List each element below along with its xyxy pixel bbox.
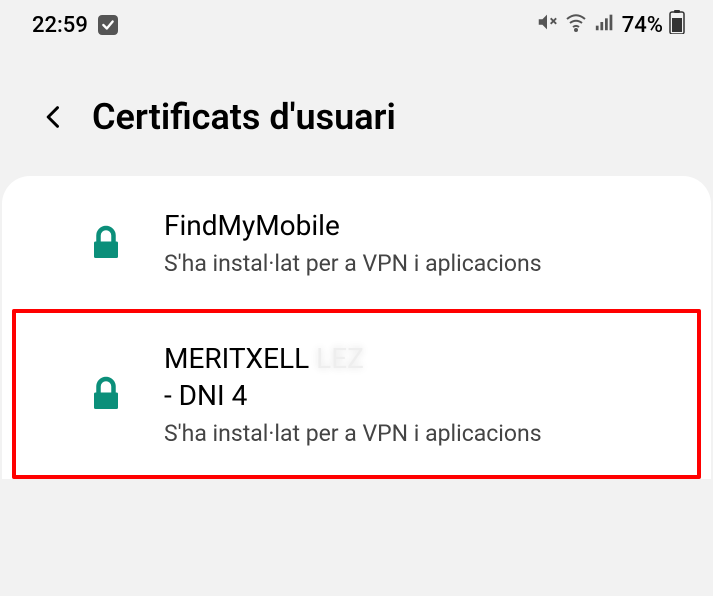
- signal-icon: [594, 11, 616, 39]
- battery-text: 74%: [622, 13, 663, 38]
- status-time: 22:59: [32, 13, 88, 38]
- page-header: Certificats d'usuari: [0, 46, 713, 168]
- back-button[interactable]: [40, 103, 68, 131]
- certificates-list: FindMyMobile S'ha instal·lat per a VPN i…: [2, 176, 711, 479]
- certificate-text: MERITXELL LEZ - DNI 4 S'ha instal·lat pe…: [164, 341, 665, 447]
- certificate-item[interactable]: MERITXELL LEZ - DNI 4 S'ha instal·lat pe…: [12, 309, 701, 479]
- mute-icon: [536, 11, 558, 39]
- certificate-subtitle: S'ha instal·lat per a VPN i aplicacions: [164, 250, 665, 277]
- wifi-icon: [564, 10, 588, 40]
- status-left: 22:59: [32, 13, 118, 38]
- certificate-title: MERITXELL LEZ - DNI 4: [164, 341, 665, 414]
- page-title: Certificats d'usuari: [92, 96, 396, 138]
- certificate-item[interactable]: FindMyMobile S'ha instal·lat per a VPN i…: [12, 176, 701, 309]
- certificate-text: FindMyMobile S'ha instal·lat per a VPN i…: [164, 208, 665, 277]
- lock-icon: [88, 225, 124, 261]
- battery-icon: [669, 10, 685, 40]
- certificate-subtitle: S'ha instal·lat per a VPN i aplicacions: [164, 420, 665, 447]
- status-bar: 22:59 74%: [0, 0, 713, 46]
- certificate-title: FindMyMobile: [164, 208, 665, 244]
- lock-icon: [88, 376, 124, 412]
- status-right: 74%: [536, 10, 685, 40]
- status-check-icon: [98, 15, 118, 35]
